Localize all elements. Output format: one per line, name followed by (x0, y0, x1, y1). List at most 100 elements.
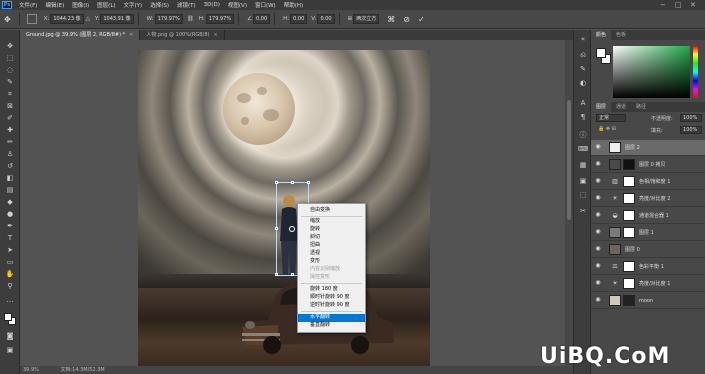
reference-point-icon[interactable] (289, 226, 295, 232)
tools-icon[interactable]: ✂ (578, 206, 588, 216)
stamp-icon[interactable]: ♙ (5, 150, 15, 159)
menu-help[interactable]: 帮助(H) (280, 1, 307, 9)
layer-name[interactable]: 图层 0 (625, 242, 640, 258)
vskew-field[interactable]: 0.00 (317, 14, 335, 24)
color-field[interactable] (613, 46, 690, 98)
y-field[interactable]: 1043.91 像 (100, 14, 134, 24)
layer-name[interactable]: 通道混合器 1 (639, 208, 669, 224)
menu-item-scale[interactable]: 缩放 (298, 218, 365, 226)
history-icon[interactable]: ⎌ (578, 50, 588, 60)
brush-icon[interactable]: ✏ (5, 138, 15, 147)
quick-mask-icon[interactable]: ◙ (5, 332, 15, 341)
eye-icon[interactable]: ◉ (594, 160, 602, 168)
menu-layer[interactable]: 图层(L) (93, 1, 119, 9)
eraser-icon[interactable]: ◧ (5, 174, 15, 183)
minimize-button[interactable]: − (660, 1, 666, 9)
layer-row[interactable]: ◉ 图层 1 (591, 225, 705, 241)
menu-file[interactable]: 文件(F) (15, 1, 41, 9)
layer-name[interactable]: 亮度/对比度 2 (639, 191, 670, 207)
layer-row[interactable]: ◉ 图层 0 拷贝 (591, 157, 705, 173)
foreground-color-swatch[interactable] (596, 48, 606, 58)
crop-icon[interactable]: ⌗ (5, 90, 15, 99)
lasso-icon[interactable]: ◌ (5, 66, 15, 75)
layer-name[interactable]: 色相/饱和度 1 (639, 174, 670, 190)
3d-icon[interactable]: ⬚ (578, 190, 588, 200)
menu-item-distort[interactable]: 扭曲 (298, 242, 365, 250)
eye-icon[interactable]: ◉ (594, 211, 602, 219)
libraries-icon[interactable]: ▣ (578, 176, 588, 186)
layer-name[interactable]: 图层 1 (639, 225, 654, 241)
color-swatches[interactable] (3, 312, 17, 326)
transform-handle[interactable] (307, 181, 310, 184)
reference-point-icon[interactable] (26, 14, 37, 24)
layer-name[interactable]: moon (639, 293, 653, 309)
shape-icon[interactable]: ▭ (5, 258, 15, 267)
layer-mask-thumbnail[interactable] (623, 227, 635, 238)
layer-name[interactable]: 亮度/对比度 1 (639, 276, 670, 292)
layer-mask-thumbnail[interactable] (623, 176, 635, 187)
close-window-button[interactable]: ✕ (690, 1, 696, 9)
angle-field[interactable]: 0.00 (253, 14, 271, 24)
path-select-icon[interactable]: ➤ (5, 246, 15, 255)
foreground-color-swatch[interactable] (4, 313, 12, 321)
eye-icon[interactable]: ◉ (594, 245, 602, 253)
frame-icon[interactable]: ⊠ (5, 102, 15, 111)
menu-filter[interactable]: 滤镜(T) (173, 1, 200, 9)
layer-row[interactable]: ◉ 图层 2 (591, 140, 705, 156)
tab-layers[interactable]: 图层 (591, 102, 612, 112)
layer-row[interactable]: ◉ ☀ 亮度/对比度 2 (591, 191, 705, 207)
menu-select[interactable]: 选择(S) (146, 1, 173, 9)
menu-item-warp[interactable]: 变形 (298, 258, 365, 266)
move-tool-icon[interactable]: ✥ (4, 15, 11, 24)
brush-settings-icon[interactable]: ✎ (578, 64, 588, 74)
layer-row[interactable]: ◉ moon (591, 293, 705, 309)
hue-slider[interactable] (693, 46, 698, 98)
transform-handle[interactable] (291, 273, 294, 276)
gradient-icon[interactable]: ▤ (5, 186, 15, 195)
healing-icon[interactable]: ✚ (5, 126, 15, 135)
warp-icon[interactable]: ⌘ (387, 15, 395, 24)
layer-row[interactable]: ◉ ▥ 色相/饱和度 1 (591, 174, 705, 190)
zoom-icon[interactable]: ⚲ (5, 282, 15, 291)
layer-row[interactable]: ◉ 图层 0 (591, 242, 705, 258)
collapse-icon[interactable]: « (578, 34, 588, 44)
menu-item-rotate-180[interactable]: 旋转 180 度 (298, 286, 365, 294)
opacity-field[interactable]: 100% (680, 114, 702, 122)
layer-mask-thumbnail[interactable] (623, 193, 635, 204)
layer-name[interactable]: 色彩平衡 1 (639, 259, 664, 275)
fill-field[interactable]: 100% (680, 126, 702, 134)
more-tools-icon[interactable]: … (5, 296, 15, 305)
x-field[interactable]: 1044.23 像 (50, 14, 84, 24)
tab-paths[interactable]: 路径 (631, 102, 651, 112)
menu-item-skew[interactable]: 斜切 (298, 234, 365, 242)
layer-row[interactable]: ◉ ⚖ 色彩平衡 1 (591, 259, 705, 275)
cancel-icon[interactable]: ⊘ (403, 15, 410, 24)
layer-row[interactable]: ◉ ◒ 通道混合器 1 (591, 208, 705, 224)
layer-row[interactable]: ◉ ☀ 亮度/对比度 1 (591, 276, 705, 292)
menu-window[interactable]: 窗口(W) (251, 1, 280, 9)
move-icon[interactable]: ✥ (5, 42, 15, 51)
layer-name[interactable]: 图层 0 拷贝 (639, 157, 665, 173)
vertical-scrollbar[interactable] (565, 40, 573, 366)
transform-handle[interactable] (275, 273, 278, 276)
menu-image[interactable]: 图像(I) (68, 1, 93, 9)
layer-mask-thumbnail[interactable] (623, 278, 635, 289)
marquee-icon[interactable]: ⬚ (5, 54, 15, 63)
eyedropper-icon[interactable]: ✐ (5, 114, 15, 123)
history-brush-icon[interactable]: ↺ (5, 162, 15, 171)
close-icon[interactable]: × (214, 32, 218, 38)
hand-icon[interactable]: ✋ (5, 270, 15, 279)
menu-item-rotate-90-cw[interactable]: 顺时针旋转 90 度 (298, 294, 365, 302)
properties-icon[interactable]: ▦ (578, 160, 588, 170)
screen-mode-icon[interactable]: ▣ (5, 346, 15, 355)
menu-item-flip-horizontal[interactable]: 水平翻转 (298, 314, 365, 322)
scrollbar-thumb[interactable] (567, 100, 571, 220)
height-field[interactable]: 179.97% (205, 14, 235, 24)
layer-mask-thumbnail[interactable] (623, 261, 635, 272)
eye-icon[interactable]: ◉ (594, 262, 602, 270)
menu-item-rotate[interactable]: 旋转 (298, 226, 365, 234)
type-icon[interactable]: T (5, 234, 15, 243)
pen-icon[interactable]: ✒ (5, 222, 15, 231)
blur-icon[interactable]: ◆ (5, 198, 15, 207)
menu-item-flip-vertical[interactable]: 垂直翻转 (298, 322, 365, 330)
